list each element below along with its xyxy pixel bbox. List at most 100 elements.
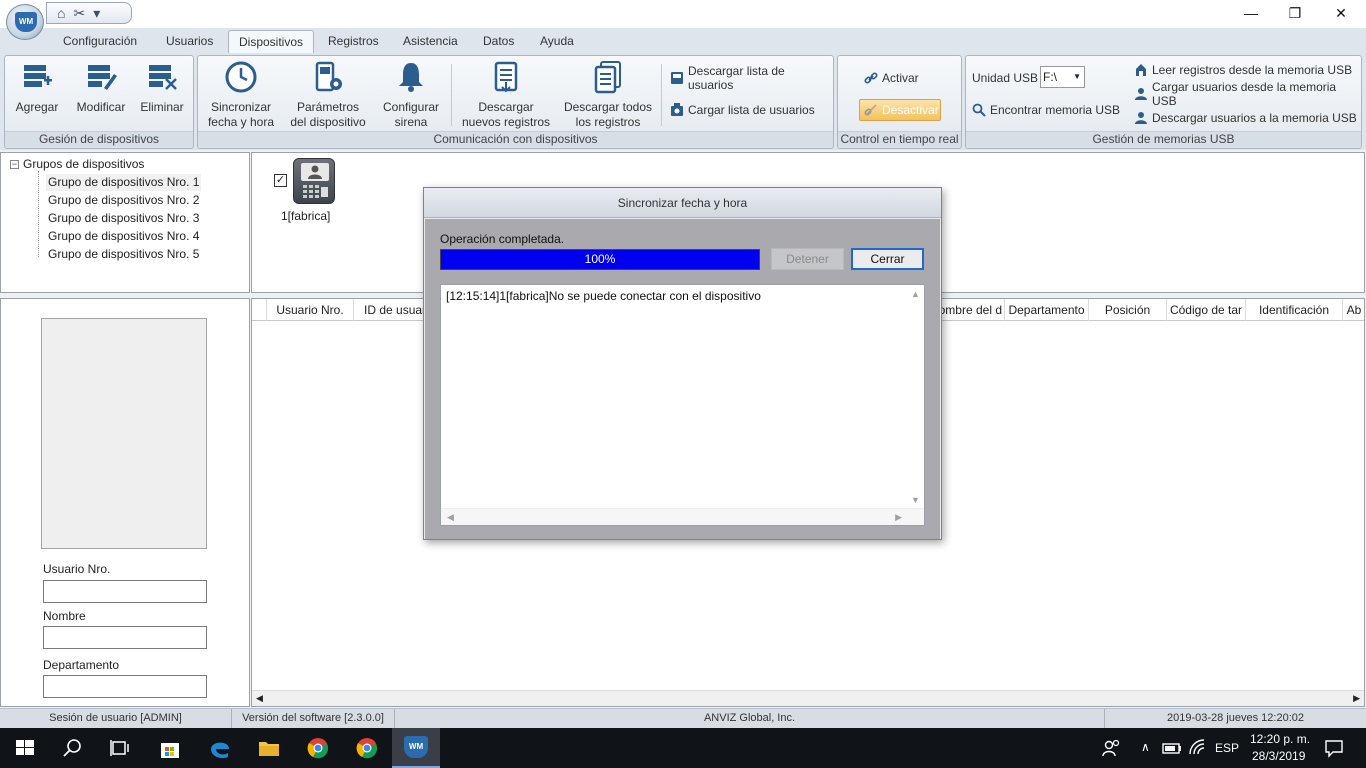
sirena-label-1: Configurar: [382, 100, 440, 114]
tree-root[interactable]: − Grupos de dispositivos: [10, 157, 144, 171]
descargar-lista-usuarios-button[interactable]: Descargar lista de usuarios: [670, 64, 833, 92]
tree-item-group-3[interactable]: Grupo de dispositivos Nro. 3: [46, 210, 201, 227]
col-codigo-tarjeta[interactable]: Código de tar: [1167, 299, 1246, 321]
sincronizar-button[interactable]: Sincronizar fecha y hora: [204, 60, 278, 130]
sirena-button[interactable]: Configurar sirena: [376, 60, 446, 130]
tab-configuracion[interactable]: Configuración: [53, 30, 147, 53]
collapse-icon[interactable]: −: [10, 159, 19, 169]
log-box: [12:15:14]1[fabrica]No se puede conectar…: [440, 284, 925, 526]
tree-item-group-2[interactable]: Grupo de dispositivos Nro. 2: [46, 192, 201, 209]
eliminar-button[interactable]: Eliminar: [135, 60, 189, 115]
tab-datos[interactable]: Datos: [473, 30, 524, 53]
delete-device-icon: [145, 60, 179, 94]
device-checkbox[interactable]: ✓: [274, 174, 287, 187]
bell-icon: [394, 60, 428, 94]
descargar-usuarios-usb-button[interactable]: Descargar usuarios a la memoria USB: [1134, 109, 1357, 127]
wifi-icon[interactable]: [1186, 736, 1210, 760]
col-identificacion[interactable]: Identificación: [1246, 299, 1343, 321]
close-dialog-button[interactable]: Cerrar: [851, 248, 924, 270]
col-posicion[interactable]: Posición: [1089, 299, 1167, 321]
tab-ayuda[interactable]: Ayuda: [530, 30, 584, 53]
people-icon[interactable]: [1100, 736, 1124, 760]
col-departamento[interactable]: Departamento: [1005, 299, 1089, 321]
language-indicator[interactable]: ESP: [1215, 741, 1239, 755]
cargar-lista-label: Cargar lista de usuarios: [688, 103, 815, 117]
user-download-icon: [1134, 111, 1148, 125]
dropdown-icon[interactable]: ▾: [93, 6, 100, 20]
edit-device-icon: [84, 60, 118, 94]
scroll-left-icon[interactable]: ◀: [256, 693, 263, 704]
tab-asistencia[interactable]: Asistencia: [393, 30, 468, 53]
taskbar-active-app[interactable]: WM: [392, 728, 440, 768]
leer-registros-usb-button[interactable]: Leer registros desde la memoria USB: [1134, 61, 1352, 79]
usuario-nro-input[interactable]: [43, 580, 207, 603]
battery-icon[interactable]: [1160, 736, 1184, 760]
log-vertical-scrollbar[interactable]: ▲ ▼: [907, 285, 924, 509]
departamento-label: Departamento: [43, 658, 120, 672]
group-gestion-dispositivos: Agregar Modificar Eliminar Gesión de dis…: [4, 55, 194, 149]
status-datetime: 2019-03-28 jueves 12:20:02: [1167, 712, 1304, 724]
chrome-icon[interactable]: [306, 736, 330, 760]
file-explorer-icon[interactable]: [257, 736, 281, 760]
tab-usuarios[interactable]: Usuarios: [156, 30, 223, 53]
restore-button[interactable]: ❐: [1272, 0, 1318, 26]
chevron-up-icon[interactable]: ∧: [1141, 740, 1150, 754]
upload-users-icon: [670, 103, 684, 117]
tab-dispositivos[interactable]: Dispositivos: [228, 30, 315, 53]
minimize-button[interactable]: —: [1228, 0, 1274, 26]
operation-status: Operación completada.: [440, 232, 565, 246]
nombre-input[interactable]: [43, 626, 207, 649]
descargar-todos-button[interactable]: Descargar todos los registros: [560, 60, 656, 130]
chrome-icon[interactable]: [355, 736, 379, 760]
edge-browser-icon[interactable]: [208, 736, 232, 760]
terminal-device-icon[interactable]: [293, 158, 335, 204]
agregar-button[interactable]: Agregar: [11, 60, 63, 115]
log-horizontal-scrollbar[interactable]: ◀ ▶: [441, 508, 924, 525]
col-nombre-del-dispositivo[interactable]: ombre del d: [935, 299, 1005, 321]
parametros-button[interactable]: Parámetros del dispositivo: [286, 60, 370, 130]
unidad-usb-select[interactable]: F:\ ▼: [1040, 66, 1085, 88]
descargar-nuevos-button[interactable]: Descargar nuevos registros: [458, 60, 554, 130]
grid-horizontal-scrollbar[interactable]: ◀ ▶: [252, 690, 1364, 706]
modificar-button[interactable]: Modificar: [71, 60, 131, 115]
departamento-input[interactable]: [43, 675, 207, 698]
cargar-lista-usuarios-button[interactable]: Cargar lista de usuarios: [670, 101, 815, 119]
tree-item-group-1[interactable]: Grupo de dispositivos Nro. 1: [46, 174, 202, 191]
scroll-right-icon[interactable]: ▶: [895, 512, 902, 523]
group-label-comunicacion: Comunicación con dispositivos: [198, 131, 833, 147]
activar-button[interactable]: Activar: [864, 69, 919, 87]
close-window-button[interactable]: ✕: [1318, 0, 1364, 26]
download-users-icon: [670, 71, 684, 85]
status-company: ANVIZ Global, Inc.: [395, 709, 1105, 728]
progress-bar: 100%: [440, 249, 760, 270]
home-icon[interactable]: ⌂: [57, 6, 65, 20]
notifications-icon[interactable]: [1322, 736, 1346, 760]
cargar-usuarios-usb-button[interactable]: Cargar usuarios desde la memoria USB: [1134, 80, 1361, 108]
app-logo[interactable]: WM: [6, 4, 44, 40]
tools-icon[interactable]: ✂: [73, 6, 85, 20]
tree-item-group-5[interactable]: Grupo de dispositivos Nro. 5: [46, 246, 201, 263]
search-icon[interactable]: [61, 736, 85, 760]
group-label-usb: Gestión de memorias USB: [966, 131, 1361, 147]
tab-registros[interactable]: Registros: [318, 30, 389, 53]
windows-start-icon[interactable]: [13, 736, 37, 760]
clock-date[interactable]: 28/3/2019: [1252, 749, 1305, 763]
desactivar-label: Desactivar: [882, 103, 939, 117]
scroll-down-icon[interactable]: ▼: [911, 495, 920, 505]
scroll-right-icon[interactable]: ▶: [1353, 693, 1360, 704]
task-view-icon[interactable]: [108, 736, 132, 760]
scroll-left-icon[interactable]: ◀: [447, 512, 454, 523]
tree-item-group-4[interactable]: Grupo de dispositivos Nro. 4: [46, 228, 201, 245]
encontrar-memoria-button[interactable]: Encontrar memoria USB: [972, 101, 1120, 119]
col-id-usuario[interactable]: ID de usuar: [354, 299, 424, 321]
clock-time[interactable]: 12:20 p. m.: [1250, 732, 1310, 746]
col-ab[interactable]: Ab: [1343, 299, 1365, 321]
descargar-nuevos-label-2: nuevos registros: [461, 115, 551, 129]
desactivar-button[interactable]: Desactivar: [859, 99, 941, 121]
scroll-up-icon[interactable]: ▲: [911, 289, 920, 299]
col-usuario-nro[interactable]: Usuario Nro.: [267, 299, 354, 321]
stop-button[interactable]: Detener: [771, 248, 844, 270]
unidad-usb-value: F:\: [1043, 70, 1057, 84]
store-icon[interactable]: [158, 736, 182, 760]
add-device-icon: [20, 60, 54, 94]
